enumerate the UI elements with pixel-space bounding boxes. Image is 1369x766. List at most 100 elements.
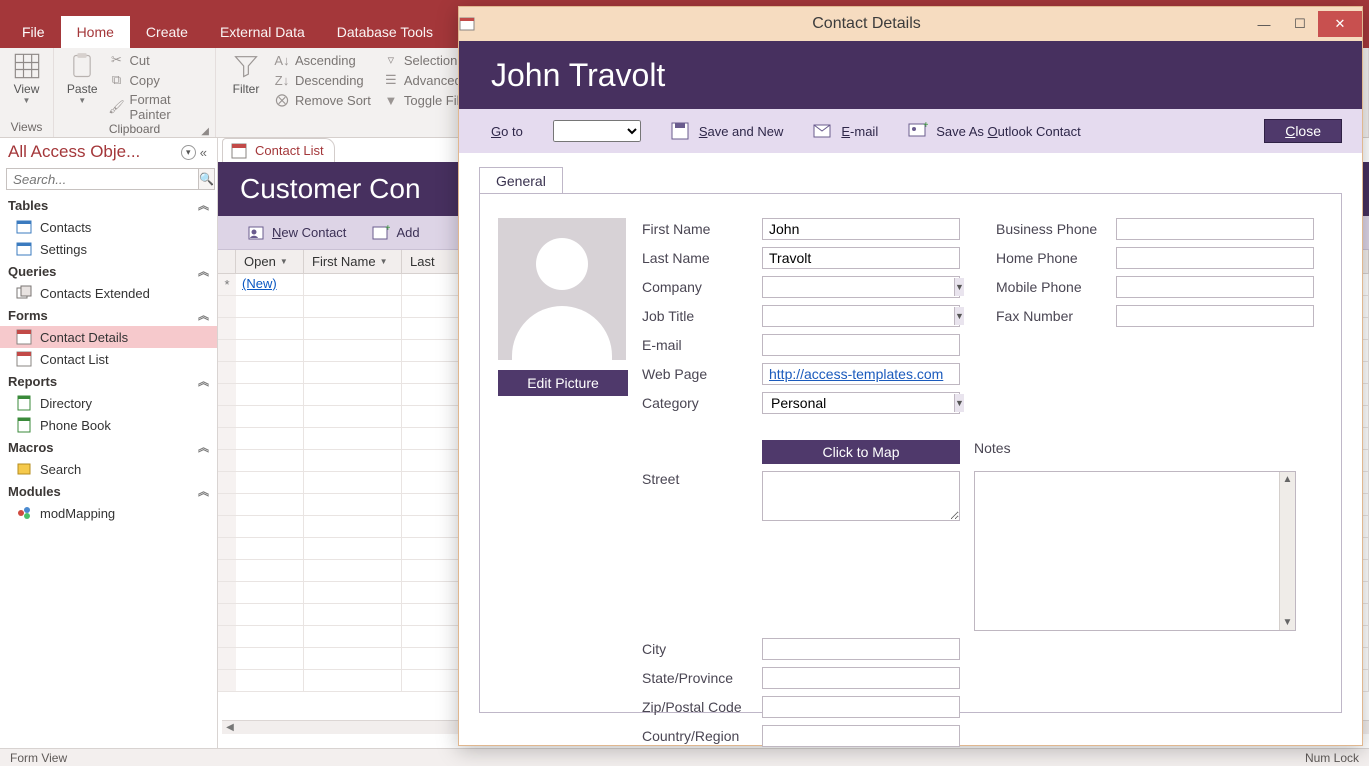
copy-button[interactable]: ⧉Copy xyxy=(109,72,208,88)
new-link[interactable]: (New) xyxy=(242,276,277,291)
caret-down-icon: ▼ xyxy=(23,96,31,105)
nav-title[interactable]: All Access Obje... xyxy=(8,142,178,162)
item-phone-book[interactable]: Phone Book xyxy=(0,414,217,436)
category-combo[interactable]: ▼ xyxy=(762,392,960,414)
first-name-input[interactable] xyxy=(762,218,960,240)
item-search-macro[interactable]: Search xyxy=(0,458,217,480)
search-icon[interactable]: 🔍 xyxy=(198,168,215,190)
save-as-outlook-button[interactable]: + Save As Outlook Contact xyxy=(908,122,1081,140)
company-combo[interactable]: ▼ xyxy=(762,276,960,298)
state-input[interactable] xyxy=(762,667,960,689)
zip-input[interactable] xyxy=(762,696,960,718)
fax-input[interactable] xyxy=(1116,305,1314,327)
form-icon xyxy=(16,351,32,367)
goto-combo[interactable] xyxy=(553,120,641,142)
window-titlebar[interactable]: Contact Details — ☐ ✕ xyxy=(459,7,1362,41)
cat-forms[interactable]: Forms︽ xyxy=(0,304,217,326)
notes-textarea[interactable]: ▲▼ xyxy=(974,471,1296,631)
item-settings[interactable]: Settings xyxy=(0,238,217,260)
web-page-field[interactable]: http://access-templates.com xyxy=(762,363,960,385)
goto-label: Go to xyxy=(491,124,523,139)
cat-reports[interactable]: Reports︽ xyxy=(0,370,217,392)
scroll-down-icon[interactable]: ▼ xyxy=(1283,617,1293,628)
tab-file[interactable]: File xyxy=(6,16,61,48)
minimize-button[interactable]: — xyxy=(1246,11,1282,37)
label-email: E-mail xyxy=(642,337,762,353)
chevron-down-icon[interactable]: ▼ xyxy=(954,307,964,325)
select-all-cell[interactable] xyxy=(218,250,236,273)
view-button[interactable]: View ▼ xyxy=(8,52,45,105)
email-input[interactable] xyxy=(762,334,960,356)
item-contact-list[interactable]: Contact List xyxy=(0,348,217,370)
nav-search-input[interactable] xyxy=(6,168,198,190)
close-form-button[interactable]: Close xyxy=(1264,119,1342,143)
mobile-phone-input[interactable] xyxy=(1116,276,1314,298)
doc-tab-contact-list[interactable]: Contact List xyxy=(222,138,335,162)
item-directory[interactable]: Directory xyxy=(0,392,217,414)
paste-button[interactable]: Paste ▼ xyxy=(62,52,103,105)
cat-modules[interactable]: Modules︽ xyxy=(0,480,217,502)
contact-toolbar: Go to Save and New E-mail + Save As Outl… xyxy=(459,109,1362,153)
country-input[interactable] xyxy=(762,725,960,747)
last-name-input[interactable] xyxy=(762,247,960,269)
ascending-button[interactable]: A↓Ascending xyxy=(274,52,371,68)
toggle-filter-icon: ▼ xyxy=(383,92,399,108)
cut-button[interactable]: ✂Cut xyxy=(109,52,208,68)
tab-home[interactable]: Home xyxy=(61,16,130,48)
table-icon xyxy=(16,219,32,235)
clipboard-launcher[interactable]: ◢ xyxy=(201,126,209,137)
web-page-link[interactable]: http://access-templates.com xyxy=(769,366,943,382)
label-last-name: Last Name xyxy=(642,250,762,266)
filter-button[interactable]: Filter xyxy=(224,52,268,96)
close-window-button[interactable]: ✕ xyxy=(1318,11,1362,37)
tab-database-tools[interactable]: Database Tools xyxy=(321,16,449,48)
notes-scrollbar[interactable]: ▲▼ xyxy=(1279,472,1295,630)
tab-external-data[interactable]: External Data xyxy=(204,16,321,48)
format-painter-button[interactable]: 🖌Format Painter xyxy=(109,92,208,122)
label-job-title: Job Title xyxy=(642,308,762,324)
email-button[interactable]: E-mail xyxy=(813,123,878,139)
add-from-outlook-button[interactable]: + Add xyxy=(372,225,419,241)
business-phone-input[interactable] xyxy=(1116,218,1314,240)
item-contact-details[interactable]: Contact Details xyxy=(0,326,217,348)
job-title-combo[interactable]: ▼ xyxy=(762,305,960,327)
item-modmapping[interactable]: modMapping xyxy=(0,502,217,524)
home-phone-input[interactable] xyxy=(1116,247,1314,269)
descending-button[interactable]: Z↓Descending xyxy=(274,72,371,88)
col-open[interactable]: Open▼ xyxy=(236,250,304,273)
cat-macros[interactable]: Macros︽ xyxy=(0,436,217,458)
tab-create[interactable]: Create xyxy=(130,16,204,48)
cat-tables[interactable]: Tables︽ xyxy=(0,194,217,216)
street-input[interactable] xyxy=(762,471,960,521)
window-icon xyxy=(459,17,487,31)
nav-dropdown-icon[interactable]: ▾ xyxy=(181,145,196,160)
label-home-phone: Home Phone xyxy=(996,250,1116,266)
nav-collapse-icon[interactable]: « xyxy=(196,145,211,160)
svg-text:+: + xyxy=(923,122,928,131)
save-and-new-button[interactable]: Save and New xyxy=(671,122,784,140)
edit-picture-button[interactable]: Edit Picture xyxy=(498,370,628,396)
item-contacts[interactable]: Contacts xyxy=(0,216,217,238)
sort-desc-icon: Z↓ xyxy=(274,72,290,88)
sort-asc-icon: A↓ xyxy=(274,52,290,68)
window-title: Contact Details xyxy=(487,15,1246,33)
form-icon xyxy=(16,329,32,345)
new-contact-button[interactable]: New Contact xyxy=(248,225,346,241)
col-first-name[interactable]: First Name▼ xyxy=(304,250,402,273)
cat-queries[interactable]: Queries︽ xyxy=(0,260,217,282)
contact-photo[interactable] xyxy=(498,218,626,360)
chevron-down-icon[interactable]: ▼ xyxy=(954,394,964,412)
maximize-button[interactable]: ☐ xyxy=(1282,11,1318,37)
add-contact-icon: + xyxy=(372,225,390,241)
scroll-up-icon[interactable]: ▲ xyxy=(1283,474,1293,485)
collapse-icon: ︽ xyxy=(198,439,209,455)
label-city: City xyxy=(642,641,762,657)
tab-general[interactable]: General xyxy=(479,167,563,194)
row-selector[interactable]: * xyxy=(218,274,236,295)
click-to-map-button[interactable]: Click to Map xyxy=(762,440,960,464)
caret-down-icon: ▼ xyxy=(78,96,86,105)
chevron-down-icon[interactable]: ▼ xyxy=(954,278,964,296)
item-contacts-extended[interactable]: Contacts Extended xyxy=(0,282,217,304)
remove-sort-button[interactable]: ⨂Remove Sort xyxy=(274,92,371,108)
city-input[interactable] xyxy=(762,638,960,660)
